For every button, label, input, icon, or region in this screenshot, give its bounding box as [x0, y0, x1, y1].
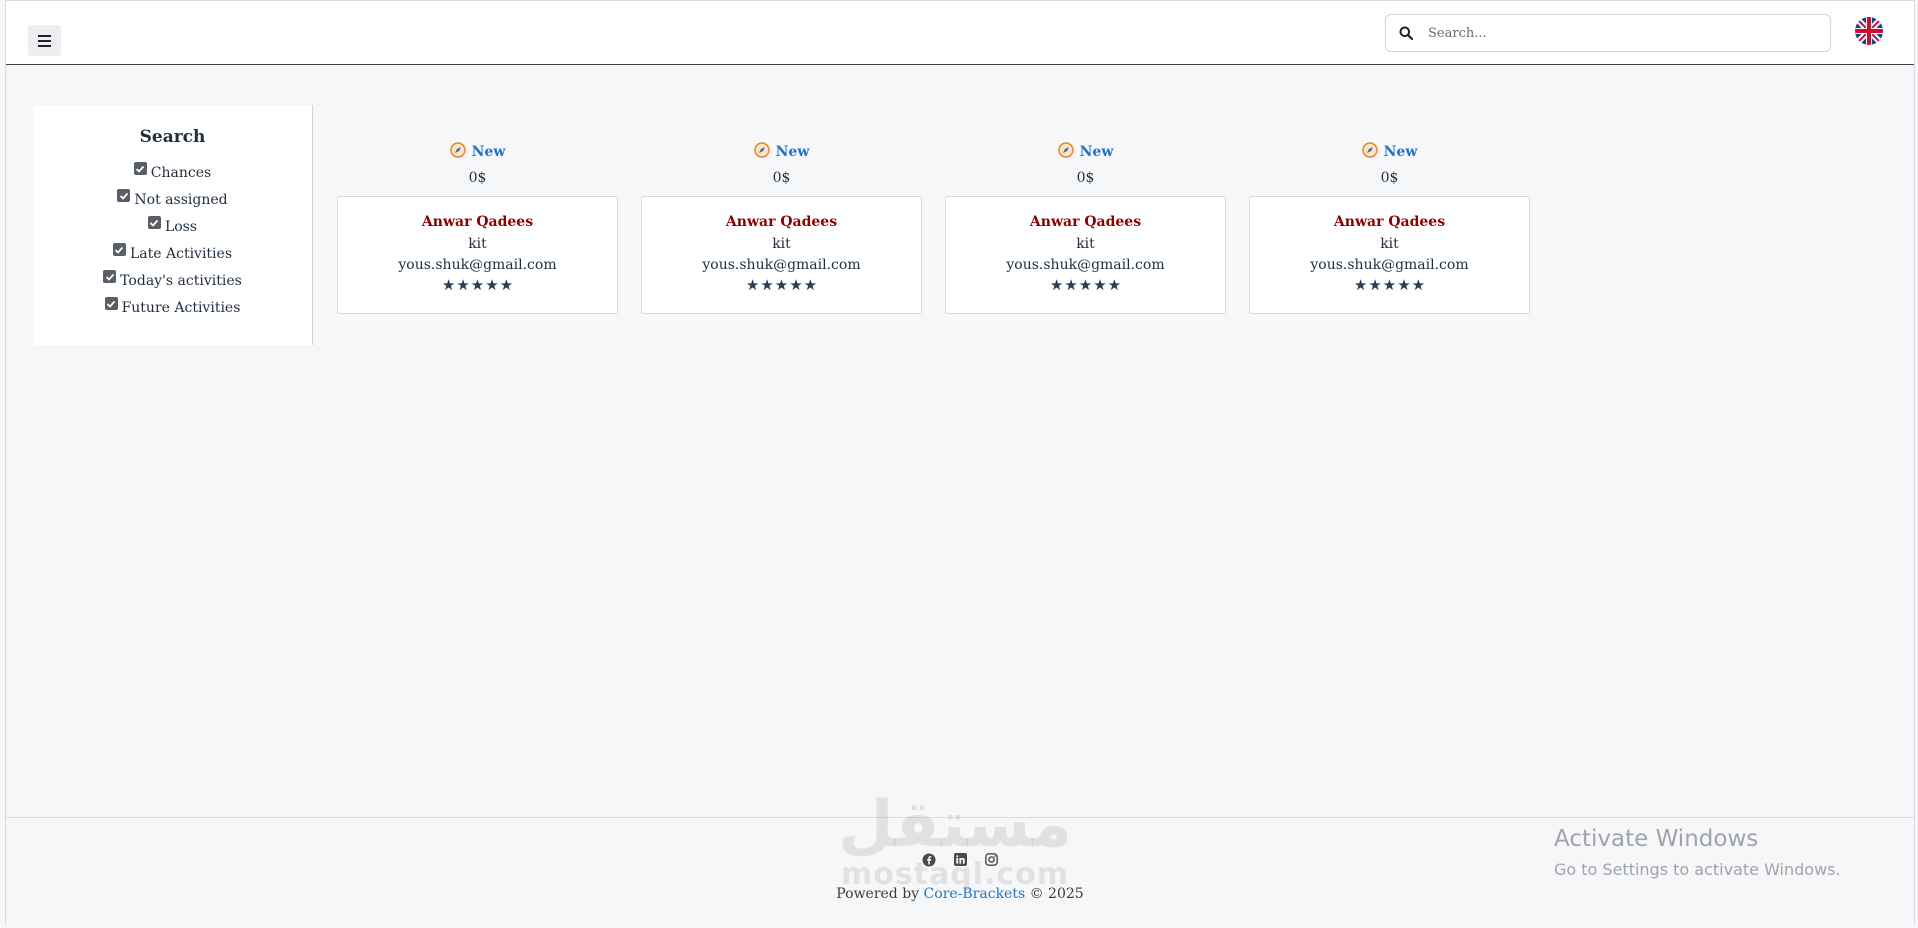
copyright: © 2025 [1029, 886, 1084, 902]
column-header[interactable]: New [1249, 140, 1530, 164]
lead-name: Anwar Qadees [725, 214, 838, 230]
star-icon[interactable]: ★ [485, 278, 498, 293]
pipeline-column: New 0$ Anwar Qadees kit yous.shuk@gmail.… [1249, 140, 1530, 314]
filter-not-assigned[interactable]: Not assigned [33, 186, 312, 213]
star-icon[interactable]: ★ [442, 278, 455, 293]
powered-by: Powered by Core-Brackets © 2025 [6, 886, 1914, 902]
checkbox-checked-icon[interactable] [147, 216, 161, 229]
top-navbar [6, 1, 1914, 65]
star-icon[interactable]: ★ [789, 278, 802, 293]
compass-icon [753, 142, 770, 162]
star-icon[interactable]: ★ [500, 278, 513, 293]
rating-stars[interactable]: ★ ★ ★ ★ ★ [642, 278, 921, 293]
star-icon[interactable]: ★ [775, 278, 788, 293]
compass-icon [449, 142, 466, 162]
lead-card[interactable]: Anwar Qadees kit yous.shuk@gmail.com ★ ★ ★… [337, 196, 618, 314]
brand-link[interactable]: Core-Brackets [924, 886, 1026, 902]
star-icon[interactable]: ★ [1050, 278, 1063, 293]
column-header[interactable]: New [945, 140, 1226, 164]
column-status: New [1079, 144, 1114, 160]
star-icon[interactable]: ★ [1383, 278, 1396, 293]
filter-label: Loss [164, 218, 198, 235]
star-icon[interactable]: ★ [1079, 278, 1092, 293]
lead-card[interactable]: Anwar Qadees kit yous.shuk@gmail.com ★ ★ ★… [1249, 196, 1530, 314]
filter-list: Chances Not assigned Loss Late Activitie… [33, 159, 312, 321]
filter-label: Chances [150, 164, 212, 181]
star-icon[interactable]: ★ [1397, 278, 1410, 293]
instagram-icon[interactable] [984, 852, 999, 867]
lead-name: Anwar Qadees [421, 214, 534, 230]
activate-title: Activate Windows [1554, 826, 1759, 852]
filter-future-activities[interactable]: Future Activities [33, 294, 312, 321]
star-icon[interactable]: ★ [1412, 278, 1425, 293]
column-amount: 0$ [1076, 170, 1095, 186]
star-icon[interactable]: ★ [1064, 278, 1077, 293]
column-status: New [471, 144, 506, 160]
hamburger-menu-button[interactable] [28, 25, 61, 56]
search-icon [1386, 26, 1426, 40]
filter-late-activities[interactable]: Late Activities [33, 240, 312, 267]
lead-email: yous.shuk@gmail.com [1310, 257, 1469, 273]
filter-loss[interactable]: Loss [33, 213, 312, 240]
lead-name: Anwar Qadees [1333, 214, 1446, 230]
star-icon[interactable]: ★ [471, 278, 484, 293]
powered-prefix: Powered by [836, 886, 920, 902]
linkedin-icon[interactable] [953, 852, 968, 867]
star-icon[interactable]: ★ [1368, 278, 1381, 293]
search-box[interactable] [1385, 14, 1831, 52]
lead-email: yous.shuk@gmail.com [1006, 257, 1165, 273]
filter-chances[interactable]: Chances [33, 159, 312, 186]
activate-windows-overlay: Activate Windows Go to Settings to activ… [1554, 826, 1841, 879]
column-header[interactable]: New [337, 140, 618, 164]
lead-company: kit [1380, 236, 1399, 252]
rating-stars[interactable]: ★ ★ ★ ★ ★ [1250, 278, 1529, 293]
star-icon[interactable]: ★ [1108, 278, 1121, 293]
facebook-icon[interactable] [922, 852, 937, 867]
star-icon[interactable]: ★ [746, 278, 759, 293]
sidebar-title: Search [139, 127, 206, 147]
search-input[interactable] [1426, 24, 1810, 42]
lead-company: kit [772, 236, 791, 252]
rating-stars[interactable]: ★ ★ ★ ★ ★ [946, 278, 1225, 293]
pipeline-column: New 0$ Anwar Qadees kit yous.shuk@gmail.… [337, 140, 618, 314]
compass-icon [1361, 142, 1378, 162]
activate-subtitle: Go to Settings to activate Windows. [1554, 860, 1841, 879]
checkbox-checked-icon[interactable] [104, 297, 118, 310]
column-amount: 0$ [1380, 170, 1399, 186]
checkbox-checked-icon[interactable] [117, 189, 131, 202]
star-icon[interactable]: ★ [804, 278, 817, 293]
lead-email: yous.shuk@gmail.com [398, 257, 557, 273]
filter-label: Future Activities [121, 299, 241, 316]
column-status: New [775, 144, 810, 160]
star-icon[interactable]: ★ [1093, 278, 1106, 293]
checkbox-checked-icon[interactable] [112, 243, 126, 256]
filter-todays-activities[interactable]: Today's activities [33, 267, 312, 294]
lead-email: yous.shuk@gmail.com [702, 257, 861, 273]
column-header[interactable]: New [641, 140, 922, 164]
column-amount: 0$ [468, 170, 487, 186]
checkbox-checked-icon[interactable] [133, 162, 147, 175]
column-status: New [1383, 144, 1418, 160]
lead-company: kit [468, 236, 487, 252]
lead-card[interactable]: Anwar Qadees kit yous.shuk@gmail.com ★ ★ ★… [641, 196, 922, 314]
filter-label: Late Activities [129, 245, 233, 262]
pipeline-column: New 0$ Anwar Qadees kit yous.shuk@gmail.… [641, 140, 922, 314]
star-icon[interactable]: ★ [1354, 278, 1367, 293]
lead-company: kit [1076, 236, 1095, 252]
star-icon[interactable]: ★ [456, 278, 469, 293]
lead-card[interactable]: Anwar Qadees kit yous.shuk@gmail.com ★ ★ ★… [945, 196, 1226, 314]
column-amount: 0$ [772, 170, 791, 186]
pipeline-column: New 0$ Anwar Qadees kit yous.shuk@gmail.… [945, 140, 1226, 314]
filter-label: Not assigned [134, 191, 228, 208]
hamburger-icon [38, 33, 51, 48]
star-icon[interactable]: ★ [760, 278, 773, 293]
filter-sidebar: Search Chances Not assigned Loss Late Ac… [33, 105, 313, 345]
rating-stars[interactable]: ★ ★ ★ ★ ★ [338, 278, 617, 293]
uk-flag-icon[interactable] [1855, 17, 1883, 45]
checkbox-checked-icon[interactable] [103, 270, 117, 283]
lead-name: Anwar Qadees [1029, 214, 1142, 230]
filter-label: Today's activities [120, 272, 242, 289]
compass-icon [1057, 142, 1074, 162]
